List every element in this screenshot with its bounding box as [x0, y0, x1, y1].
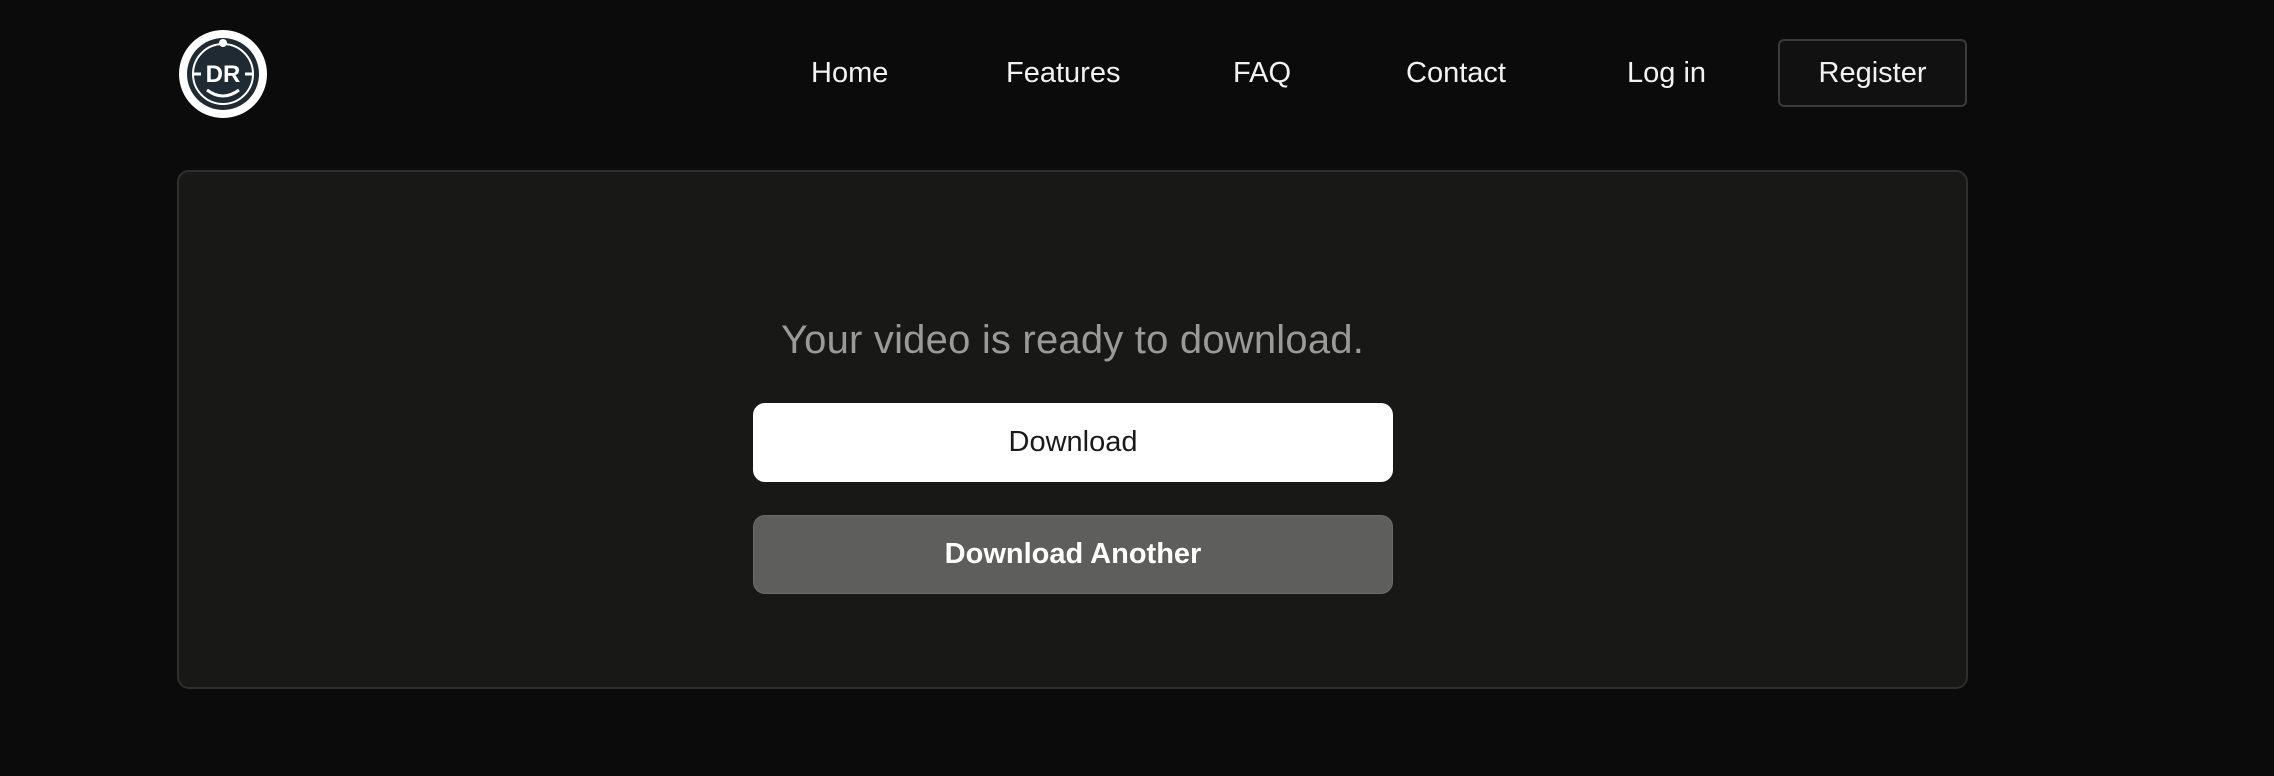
download-button[interactable]: Download: [753, 403, 1393, 482]
logo-text: DR: [206, 61, 241, 88]
dr-logo-icon[interactable]: DR: [179, 30, 267, 118]
page: DR Home Features FAQ Contact Log in Regi…: [0, 0, 2274, 776]
download-another-button[interactable]: Download Another: [753, 515, 1393, 594]
download-card: Your video is ready to download. Downloa…: [177, 170, 1968, 689]
nav-login-link[interactable]: Log in: [1627, 38, 1706, 108]
ready-message: Your video is ready to download.: [780, 318, 1365, 362]
register-button[interactable]: Register: [1778, 39, 1967, 107]
nav-home-link[interactable]: Home: [811, 38, 888, 108]
nav-faq-link[interactable]: FAQ: [1233, 38, 1291, 108]
nav-contact-link[interactable]: Contact: [1406, 38, 1506, 108]
nav-features-link[interactable]: Features: [1006, 38, 1120, 108]
logo-mark: DR: [187, 38, 259, 110]
